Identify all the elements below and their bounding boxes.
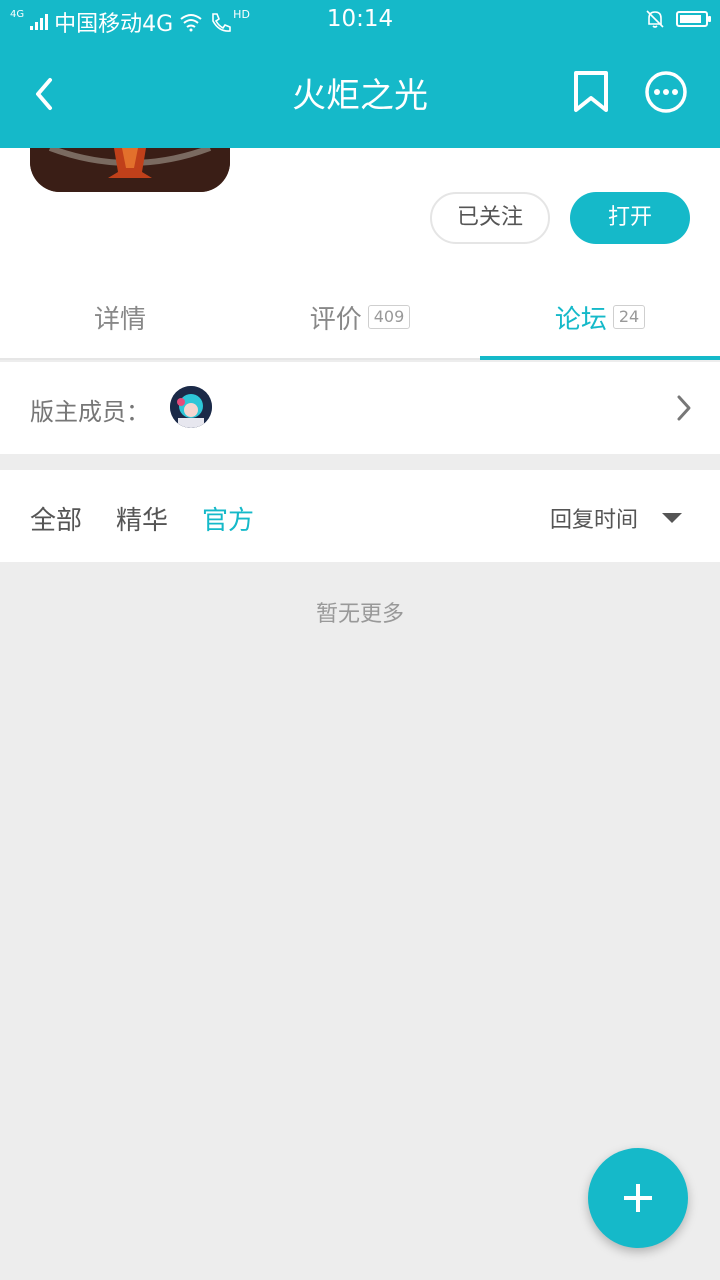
game-icon-art bbox=[30, 148, 230, 192]
battery-icon bbox=[676, 11, 711, 27]
moderators-label: 版主成员： bbox=[30, 398, 150, 426]
moderator-avatar[interactable] bbox=[170, 386, 212, 428]
tab-reviews[interactable]: 评价 409 bbox=[240, 276, 480, 358]
bookmark-icon[interactable] bbox=[572, 70, 610, 114]
filter-bar: 全部 精华 官方 回复时间 bbox=[0, 470, 720, 562]
bell-off-icon bbox=[646, 10, 664, 28]
sort-dropdown[interactable]: 回复时间 bbox=[550, 502, 683, 534]
tab-label: 评价 bbox=[309, 304, 362, 335]
game-icon bbox=[30, 148, 230, 192]
forum-count-badge: 24 bbox=[612, 305, 646, 329]
tab-forum[interactable]: 论坛 24 bbox=[480, 276, 720, 358]
app-bar: 火炬之光 bbox=[0, 40, 720, 148]
review-count-badge: 409 bbox=[367, 305, 411, 329]
empty-state-text: 暂无更多 bbox=[315, 602, 404, 627]
avatar-image bbox=[170, 386, 212, 428]
filter-featured[interactable]: 精华 bbox=[116, 500, 168, 537]
tab-bar: 详情 评价 409 论坛 24 bbox=[0, 276, 720, 360]
open-button[interactable]: 打开 bbox=[570, 192, 690, 244]
filter-official[interactable]: 官方 bbox=[202, 500, 254, 537]
game-info-panel: 已关注 打开 详情 评价 409 论坛 24 bbox=[0, 148, 720, 360]
header: 4G 中国移动4G HD 10:14 火炬之光 bbox=[0, 0, 720, 148]
moderators-row[interactable]: 版主成员： bbox=[0, 362, 720, 454]
follow-button[interactable]: 已关注 bbox=[430, 192, 550, 244]
filter-all[interactable]: 全部 bbox=[30, 500, 82, 537]
status-bar: 4G 中国移动4G HD 10:14 bbox=[0, 0, 720, 40]
status-time: 10:14 bbox=[326, 6, 394, 32]
more-options-icon[interactable] bbox=[644, 70, 688, 114]
active-tab-indicator bbox=[480, 356, 720, 360]
tab-label: 详情 bbox=[93, 304, 146, 335]
sort-label: 回复时间 bbox=[550, 508, 639, 533]
new-post-fab-button[interactable] bbox=[588, 1148, 688, 1248]
chevron-right-icon bbox=[677, 395, 691, 421]
tab-details[interactable]: 详情 bbox=[0, 276, 240, 358]
page-title: 火炬之光 bbox=[292, 76, 428, 116]
dropdown-caret-icon bbox=[662, 513, 683, 523]
tab-label: 论坛 bbox=[554, 304, 607, 335]
